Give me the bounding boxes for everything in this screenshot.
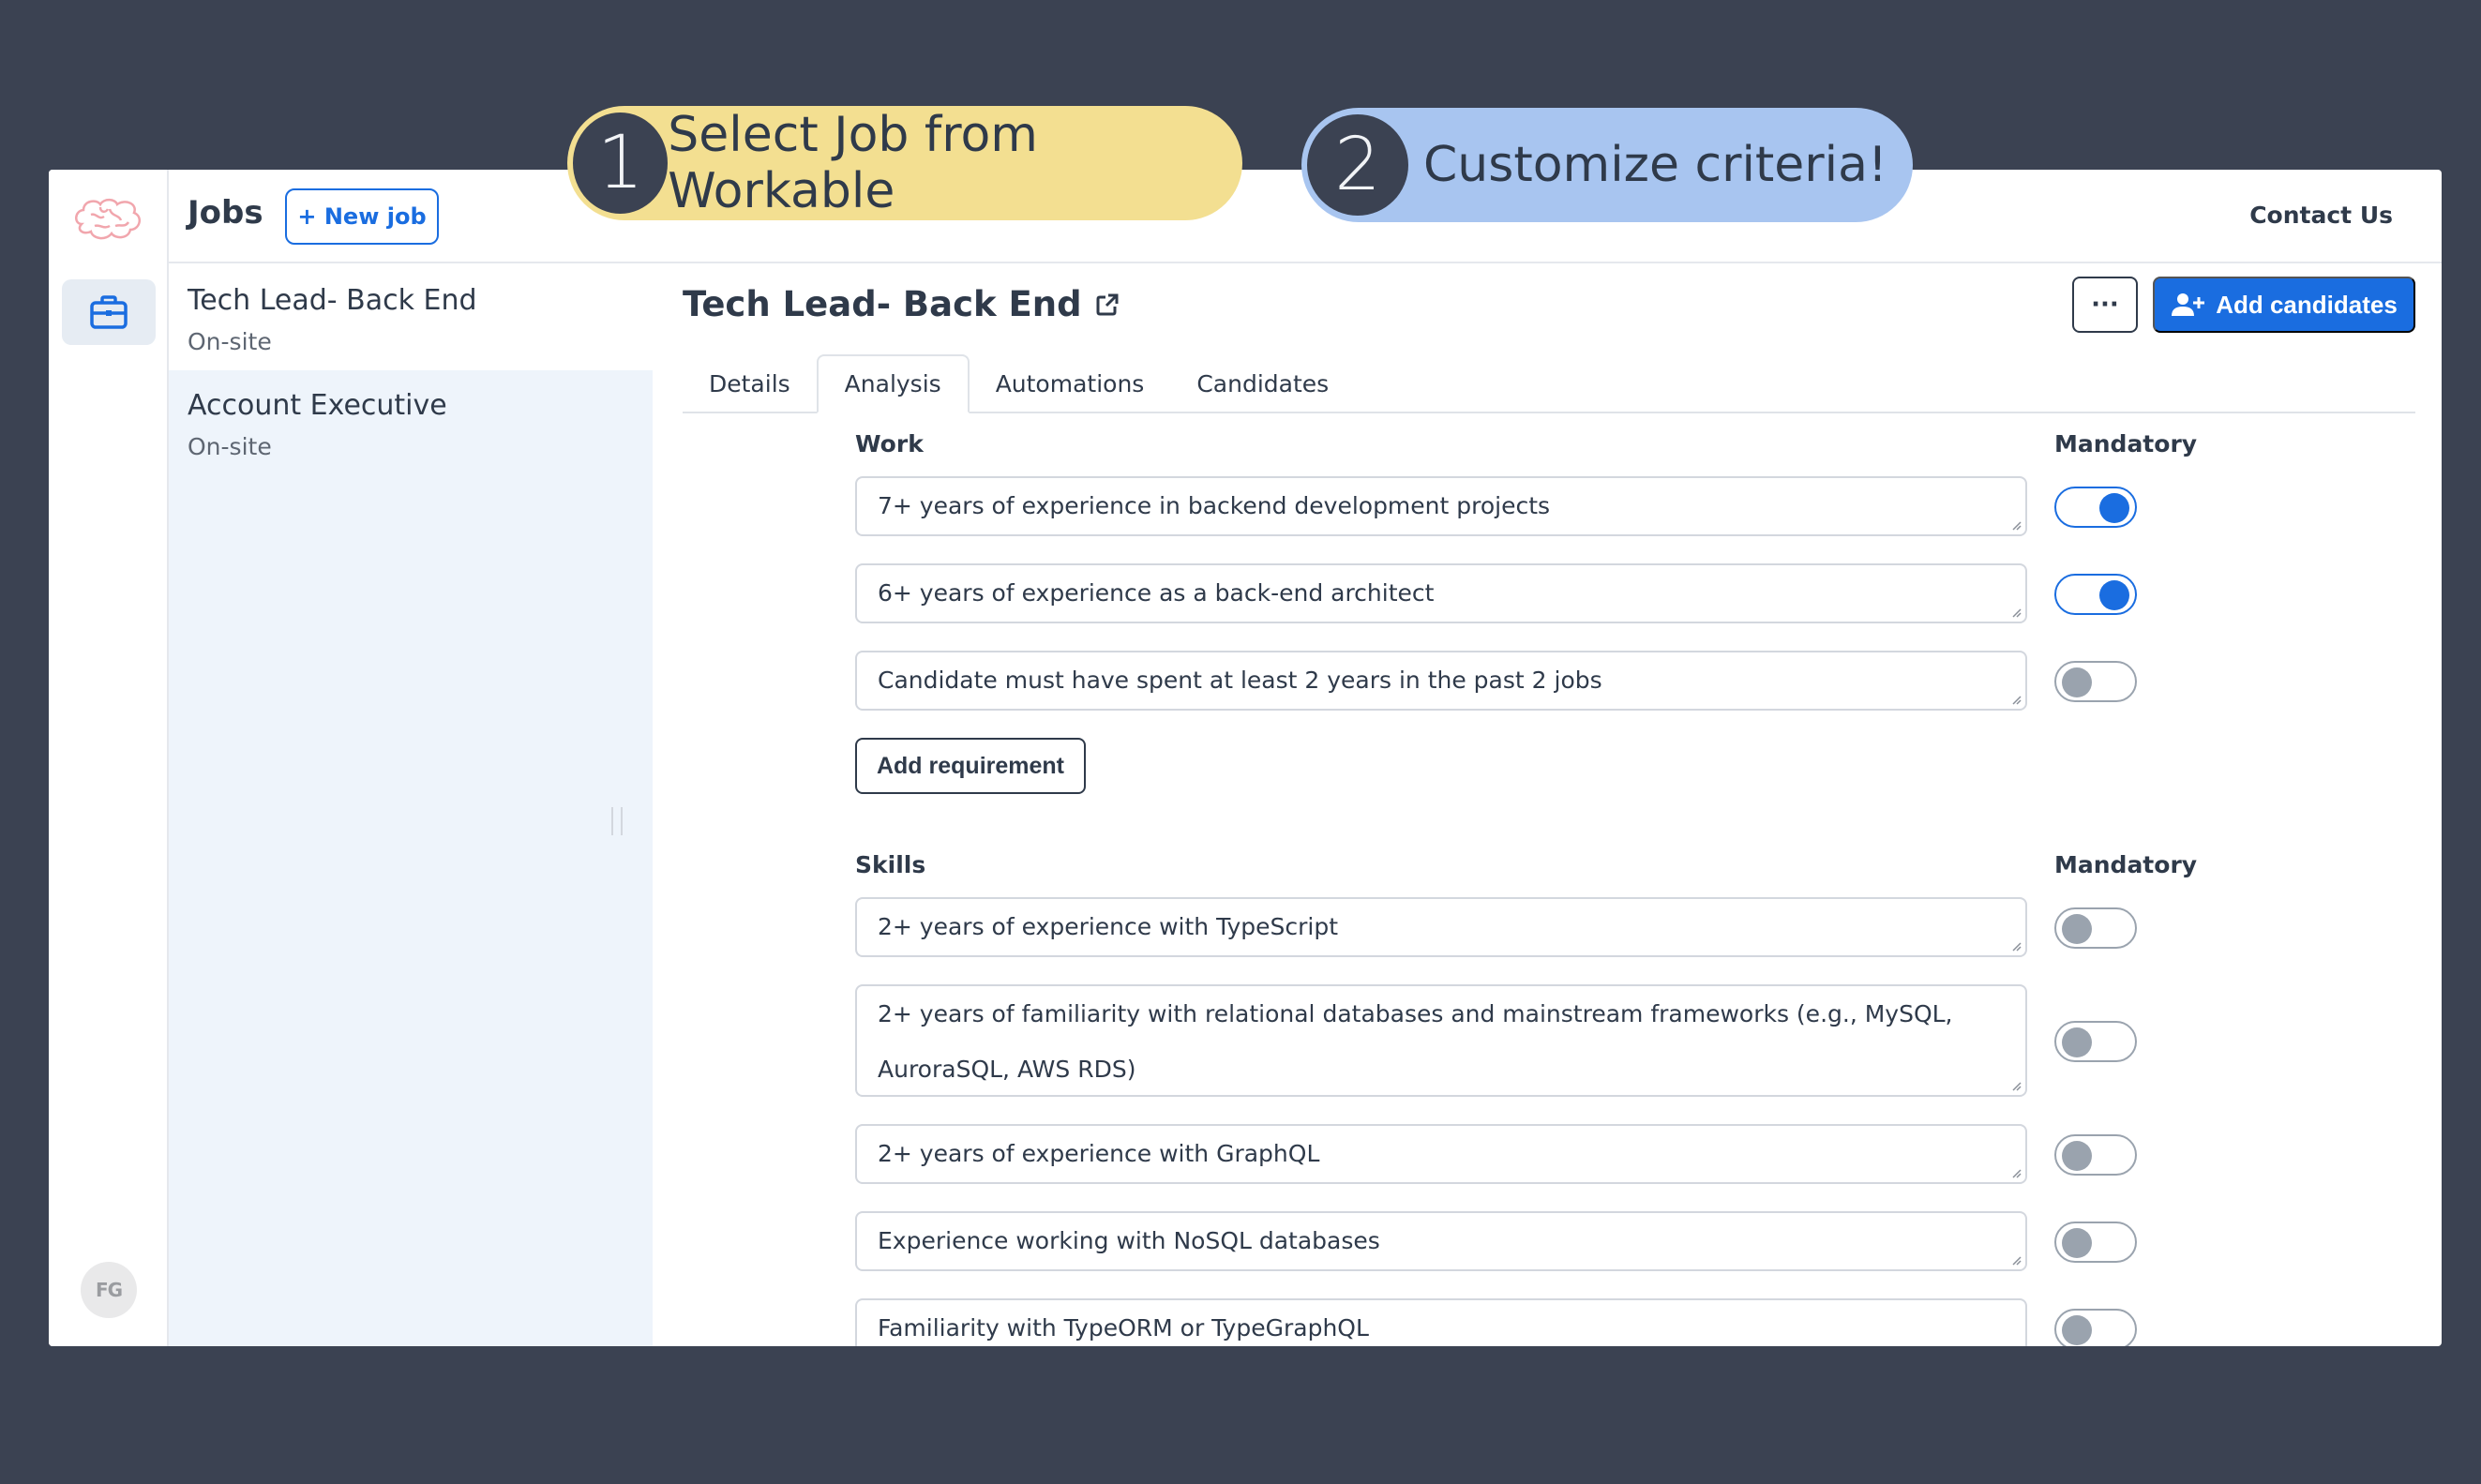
tab-details[interactable]: Details [683, 354, 817, 413]
new-job-button[interactable]: + New job [285, 188, 439, 245]
add-candidates-button[interactable]: Add candidates [2153, 277, 2415, 333]
mandatory-toggle[interactable] [2054, 907, 2137, 949]
resize-grip-icon[interactable] [2010, 694, 2022, 705]
mandatory-toggle[interactable] [2054, 661, 2137, 702]
requirement-text: 2+ years of experience with GraphQL [878, 1140, 1320, 1167]
toggle-knob [2062, 1315, 2092, 1345]
requirement-field[interactable]: 2+ years of familiarity with relational … [855, 984, 2027, 1097]
icon-rail: FG [49, 170, 169, 1346]
resize-grip-icon[interactable] [2010, 607, 2022, 618]
mandatory-column-label: Mandatory [2054, 430, 2198, 457]
requirement-text: 6+ years of experience as a back-end arc… [878, 579, 1435, 607]
step-2-callout: 2 Customize criteria! [1301, 108, 1913, 222]
job-title-row: Tech Lead- Back End [683, 284, 1120, 324]
resize-grip-icon[interactable] [2010, 1167, 2022, 1178]
job-list-item[interactable]: Tech Lead- Back End On-site [169, 265, 653, 370]
mandatory-toggle[interactable] [2054, 487, 2137, 528]
job-list: Tech Lead- Back End On-site Account Exec… [169, 265, 653, 1346]
requirement-field[interactable]: 2+ years of experience with GraphQL [855, 1124, 2027, 1184]
skills-section-label: Skills [855, 851, 926, 878]
tab-candidates[interactable]: Candidates [1170, 354, 1355, 413]
resize-grip-icon[interactable] [2010, 1254, 2022, 1266]
toggle-knob [2099, 580, 2129, 610]
toggle-knob [2062, 914, 2092, 944]
requirement-field[interactable]: 2+ years of experience with TypeScript [855, 897, 2027, 957]
toggle-knob [2062, 1228, 2092, 1258]
mandatory-toggle[interactable] [2054, 1309, 2137, 1346]
resize-grip-icon[interactable] [2010, 1080, 2022, 1091]
requirement-text: 7+ years of experience in backend develo… [878, 492, 1551, 519]
mandatory-toggle[interactable] [2054, 1222, 2137, 1263]
step-1-callout: 1 Select Job from Workable [567, 106, 1242, 220]
step-number: 1 [573, 112, 669, 214]
mandatory-toggle[interactable] [2054, 1021, 2137, 1062]
requirement-text: Experience working with NoSQL databases [878, 1227, 1380, 1254]
job-location: On-site [188, 328, 272, 355]
mandatory-toggle[interactable] [2054, 1134, 2137, 1176]
toggle-knob [2099, 493, 2129, 523]
external-link-icon[interactable] [1095, 292, 1120, 317]
job-list-item[interactable]: Account Executive On-site [169, 370, 653, 475]
resize-grip-icon[interactable] [2010, 940, 2022, 952]
mandatory-toggle[interactable] [2054, 574, 2137, 615]
requirement-field[interactable]: 6+ years of experience as a back-end arc… [855, 563, 2027, 623]
mandatory-column-label: Mandatory [2054, 851, 2198, 878]
requirement-field[interactable]: Familiarity with TypeORM or TypeGraphQL [855, 1298, 2027, 1346]
job-location: On-site [188, 433, 272, 460]
toggle-knob [2062, 1027, 2092, 1057]
requirement-text: 2+ years of experience with TypeScript [878, 913, 1339, 940]
add-requirement-button[interactable]: Add requirement [855, 738, 1086, 794]
job-tabs: Details Analysis Automations Candidates [683, 354, 2415, 413]
step-number: 2 [1307, 114, 1408, 216]
requirement-text: Candidate must have spent at least 2 yea… [878, 667, 1602, 694]
page-title: Jobs [188, 194, 263, 232]
tab-analysis[interactable]: Analysis [816, 354, 970, 413]
requirement-field[interactable]: Experience working with NoSQL databases [855, 1211, 2027, 1271]
step-text: Select Job from Workable [668, 107, 1038, 219]
contact-us-link[interactable]: Contact Us [2249, 202, 2393, 229]
job-name: Account Executive [188, 389, 447, 422]
toggle-knob [2062, 667, 2092, 697]
job-name: Tech Lead- Back End [188, 284, 477, 317]
requirement-text: Familiarity with TypeORM or TypeGraphQL [878, 1314, 1369, 1342]
pane-resize-handle[interactable] [611, 807, 623, 835]
step-text: Customize criteria! [1423, 137, 1887, 193]
more-options-button[interactable]: ··· [2072, 277, 2138, 333]
job-title: Tech Lead- Back End [683, 284, 1082, 324]
app-window: FG Jobs + New job Contact Us Tech Lead- … [49, 170, 2442, 1346]
work-section-label: Work [855, 430, 924, 457]
add-candidates-label: Add candidates [2216, 290, 2398, 319]
resize-grip-icon[interactable] [2010, 519, 2022, 531]
user-avatar[interactable]: FG [81, 1262, 137, 1318]
job-detail-pane: Tech Lead- Back End [653, 265, 2442, 1346]
briefcase-icon [90, 295, 128, 329]
requirement-field[interactable]: 7+ years of experience in backend develo… [855, 476, 2027, 536]
tab-automations[interactable]: Automations [970, 354, 1171, 413]
toggle-knob [2062, 1141, 2092, 1171]
requirement-text: 2+ years of familiarity with relational … [878, 1000, 1953, 1083]
jobs-nav-button[interactable] [62, 279, 156, 345]
requirement-field[interactable]: Candidate must have spent at least 2 yea… [855, 651, 2027, 711]
brain-logo-icon [72, 196, 143, 243]
more-icon: ··· [2072, 277, 2138, 333]
add-user-icon [2172, 293, 2205, 316]
